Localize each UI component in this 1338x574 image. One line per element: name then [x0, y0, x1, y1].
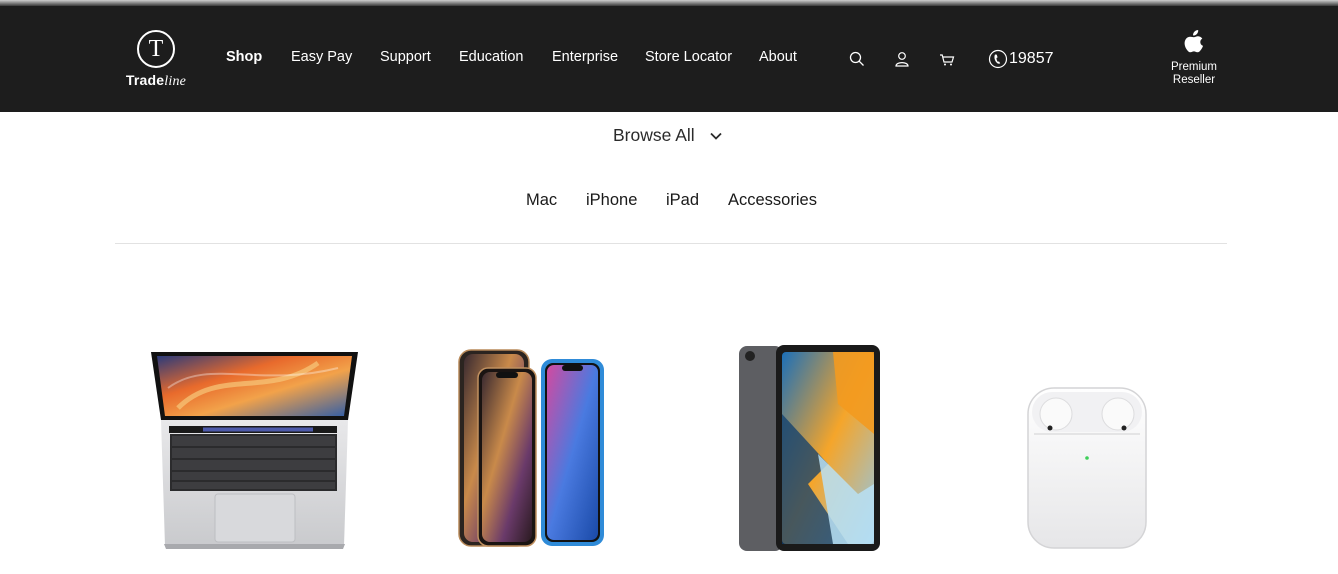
header-top-edge — [0, 0, 1338, 6]
chevron-down-icon — [710, 132, 722, 140]
apple-logo-icon — [1184, 30, 1203, 53]
tradeline-logo[interactable]: T Tradeline — [120, 30, 192, 90]
nav-enterprise[interactable]: Enterprise — [552, 49, 618, 65]
account-icon[interactable] — [893, 50, 911, 68]
phone-icon — [988, 49, 1008, 69]
logo-wordmark: Tradeline — [125, 72, 187, 89]
reseller-line-2: Reseller — [1172, 74, 1216, 86]
product-airpods-image[interactable] — [1026, 386, 1148, 550]
nav-support[interactable]: Support — [380, 49, 431, 65]
category-ipad[interactable]: iPad — [666, 191, 699, 210]
search-icon[interactable] — [848, 50, 866, 68]
nav-easy-pay[interactable]: Easy Pay — [291, 49, 352, 65]
browse-all-dropdown[interactable]: Browse All — [613, 125, 723, 146]
reseller-line-1: Premium — [1170, 61, 1217, 73]
category-iphone[interactable]: iPhone — [586, 191, 637, 210]
nav-about[interactable]: About — [759, 49, 797, 65]
product-ipad-image[interactable] — [738, 344, 882, 552]
nav-education[interactable]: Education — [459, 49, 524, 65]
section-divider — [115, 243, 1227, 244]
nav-store-locator[interactable]: Store Locator — [645, 49, 732, 65]
hotline-number: 19857 — [1009, 50, 1054, 67]
category-mac[interactable]: Mac — [526, 191, 557, 210]
nav-shop[interactable]: Shop — [226, 49, 262, 65]
product-macbook-image[interactable] — [148, 348, 360, 550]
category-accessories[interactable]: Accessories — [728, 191, 817, 210]
product-iphone-image[interactable] — [456, 348, 606, 548]
premium-reseller-badge: Premium Reseller — [1164, 28, 1224, 87]
cart-icon[interactable] — [938, 50, 956, 68]
logo-mark: T — [137, 30, 175, 68]
browse-all-label: Browse All — [613, 125, 695, 145]
hotline-link[interactable]: 19857 — [988, 48, 1054, 70]
site-header: T Tradeline Shop Easy Pay Support Educat… — [0, 0, 1338, 112]
